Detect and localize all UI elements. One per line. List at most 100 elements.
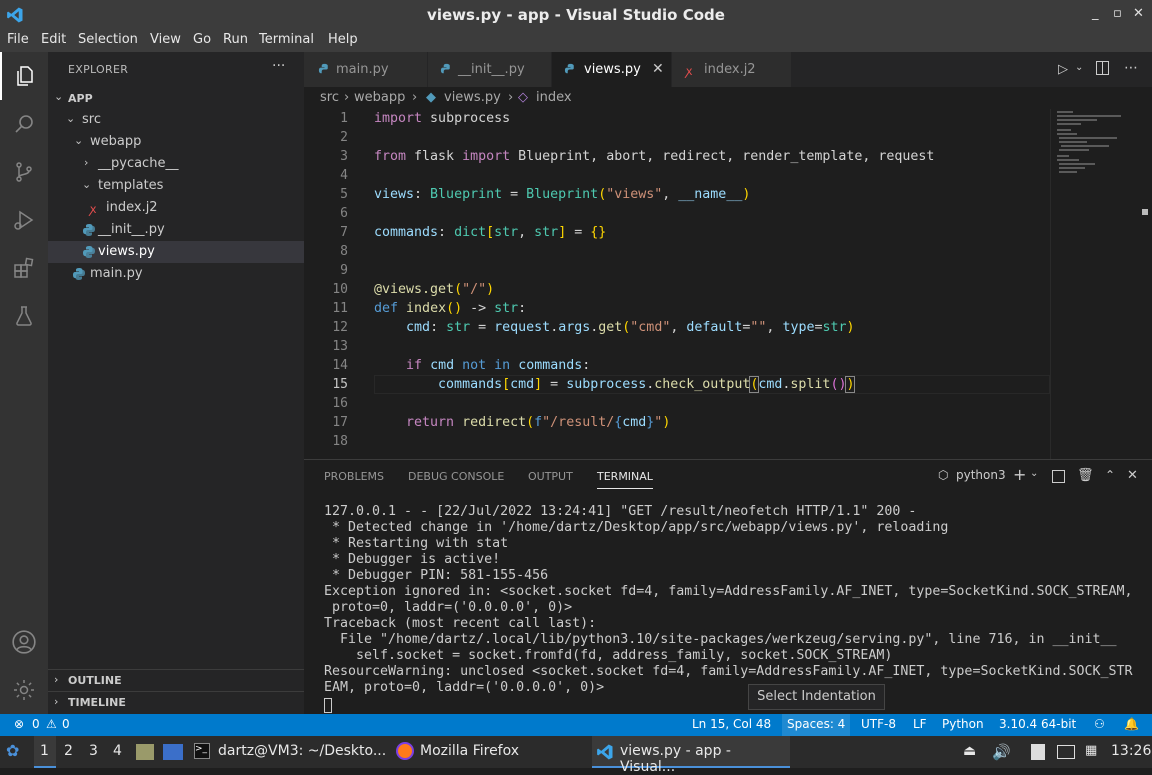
timeline-section[interactable]: › TIMELINE xyxy=(48,691,304,713)
more-actions-button[interactable]: ··· xyxy=(272,58,285,74)
chevron-down-icon[interactable]: ⌄ xyxy=(1075,62,1083,73)
folder-app[interactable]: ⌄ APP xyxy=(48,87,304,109)
encoding-button[interactable]: UTF-8 xyxy=(861,717,896,731)
menu-go[interactable]: Go xyxy=(193,32,211,47)
chevron-down-icon: ⌄ xyxy=(66,112,76,125)
tab-problems[interactable]: PROBLEMS xyxy=(324,470,384,483)
breadcrumb-index[interactable]: index xyxy=(536,90,572,105)
workspace-4[interactable]: 4 xyxy=(113,743,122,759)
folder-src[interactable]: ⌄ src xyxy=(48,109,304,131)
cursor-position[interactable]: Ln 15, Col 48 xyxy=(692,717,771,731)
language-mode-button[interactable]: Python xyxy=(942,717,984,731)
search-icon[interactable] xyxy=(0,100,48,148)
eol-button[interactable]: LF xyxy=(913,717,927,731)
tab-debug-console[interactable]: DEBUG CONSOLE xyxy=(408,470,504,483)
breadcrumb-views-py[interactable]: views.py xyxy=(444,90,501,105)
restore-button[interactable]: ▫ xyxy=(1113,6,1122,21)
taskbar-vscode[interactable]: views.py - app - Visual... xyxy=(592,736,790,775)
indentation-button[interactable]: Spaces: 4 xyxy=(782,714,851,736)
upload-icon[interactable]: ⏏ xyxy=(963,743,976,759)
more-actions-icon[interactable]: ⋯ xyxy=(1124,60,1138,76)
volume-icon[interactable]: 🔊 xyxy=(992,743,1011,761)
os-taskbar: ✿ 1 2 3 4 >_ dartz@VM3: ~/Deskto... Mozi… xyxy=(0,736,1152,775)
editor-scrollbar[interactable] xyxy=(1138,109,1152,459)
split-editor-icon[interactable] xyxy=(1096,61,1109,75)
folder-webapp[interactable]: ⌄ webapp xyxy=(48,131,304,153)
terminal-line: * Debugger is active! xyxy=(324,552,501,567)
run-debug-icon[interactable] xyxy=(0,196,48,244)
menu-help[interactable]: Help xyxy=(328,32,358,47)
tab-label: main.py xyxy=(336,62,389,77)
line-number: 12 xyxy=(332,320,348,335)
trash-icon[interactable]: 🗑 xyxy=(1077,468,1094,483)
taskbar-terminal[interactable]: >_ dartz@VM3: ~/Deskto... xyxy=(190,736,388,768)
menu-run[interactable]: Run xyxy=(223,32,248,47)
warning-icon[interactable]: ⚠ xyxy=(46,717,57,731)
terminal-icon: >_ xyxy=(194,743,210,759)
breadcrumb-webapp[interactable]: webapp xyxy=(354,90,405,105)
outline-section[interactable]: › OUTLINE xyxy=(48,669,304,691)
display-icon[interactable] xyxy=(1057,745,1075,759)
terminal-shell-label[interactable]: python3 xyxy=(956,468,1006,482)
run-file-button[interactable]: ▷ xyxy=(1058,62,1068,77)
taskbar-firefox[interactable]: Mozilla Firefox xyxy=(392,736,588,768)
folder-templates[interactable]: ⌄ templates xyxy=(48,175,304,197)
breadcrumb: src › webapp › ◆ views.py › ◇ index xyxy=(304,87,1152,109)
error-count[interactable]: 0 xyxy=(32,717,40,731)
chevron-down-icon[interactable]: ⌄ xyxy=(1030,468,1038,479)
warning-count[interactable]: 0 xyxy=(62,717,70,731)
workspace-2[interactable]: 2 xyxy=(64,743,73,759)
notifications-bell-icon[interactable]: 🔔 xyxy=(1124,717,1139,731)
folder-pycache[interactable]: › __pycache__ xyxy=(48,153,304,175)
network-icon[interactable]: ▦ xyxy=(1085,743,1097,758)
error-icon[interactable]: ⊗ xyxy=(14,717,24,731)
show-desktop-icon[interactable] xyxy=(163,744,183,760)
workspace-3[interactable]: 3 xyxy=(89,743,98,759)
file-views-py[interactable]: views.py xyxy=(48,241,304,263)
tab-terminal[interactable]: TERMINAL xyxy=(597,470,653,489)
chevron-down-icon: ⌄ xyxy=(74,134,84,147)
menu-file[interactable]: File xyxy=(7,32,29,47)
source-control-icon[interactable] xyxy=(0,148,48,196)
code-editor[interactable]: 1 2 3 4 5 6 7 8 9 10 11 12 13 14 15 16 1… xyxy=(304,109,1152,459)
tab-label: index.j2 xyxy=(704,62,756,77)
settings-gear-icon[interactable] xyxy=(0,666,48,714)
minimap[interactable] xyxy=(1050,109,1138,459)
editor-tabs: main.py __init__.py views.py ✕ ꭗ index.j… xyxy=(304,52,1152,87)
file-init-py[interactable]: __init__.py xyxy=(48,219,304,241)
feedback-icon[interactable]: ⚇ xyxy=(1094,717,1105,731)
menu-selection[interactable]: Selection xyxy=(78,32,138,47)
line-number: 8 xyxy=(340,244,348,259)
minimize-button[interactable]: _ xyxy=(1092,6,1099,21)
menu-edit[interactable]: Edit xyxy=(41,32,66,47)
tab-main-py[interactable]: main.py xyxy=(304,52,428,87)
clipboard-icon[interactable] xyxy=(1031,744,1045,760)
file-manager-icon[interactable] xyxy=(136,744,154,760)
close-panel-icon[interactable]: ✕ xyxy=(1127,468,1138,483)
terminal-line: * Detected change in '/home/dartz/Deskto… xyxy=(324,520,949,535)
close-icon[interactable]: ✕ xyxy=(652,61,664,77)
python-file-icon xyxy=(318,63,328,74)
file-main-py[interactable]: main.py xyxy=(48,263,304,285)
tab-output[interactable]: OUTPUT xyxy=(528,470,573,483)
breadcrumb-src[interactable]: src xyxy=(320,90,339,105)
extensions-icon[interactable] xyxy=(0,244,48,292)
menu-terminal[interactable]: Terminal xyxy=(259,32,314,47)
split-terminal-icon[interactable] xyxy=(1052,470,1065,483)
code-line: cmd: str = request.args.get("cmd", defau… xyxy=(406,320,855,335)
start-menu-icon[interactable]: ✿ xyxy=(6,741,19,760)
testing-icon[interactable] xyxy=(0,292,48,340)
maximize-panel-icon[interactable]: ⌃ xyxy=(1105,468,1115,482)
tab-index-j2[interactable]: ꭗ index.j2 xyxy=(672,52,792,87)
tab-init-py[interactable]: __init__.py xyxy=(428,52,552,87)
explorer-icon[interactable] xyxy=(0,52,48,100)
workspace-1[interactable]: 1 xyxy=(34,736,56,768)
accounts-icon[interactable] xyxy=(0,618,48,666)
new-terminal-icon[interactable]: + xyxy=(1013,465,1026,484)
python-interpreter-button[interactable]: 3.10.4 64-bit xyxy=(999,717,1076,731)
file-index-j2[interactable]: ꭗ index.j2 xyxy=(48,197,304,219)
menu-view[interactable]: View xyxy=(150,32,181,47)
tab-views-py[interactable]: views.py ✕ xyxy=(552,52,672,87)
close-window-button[interactable]: ✕ xyxy=(1133,6,1144,21)
python-file-icon xyxy=(83,246,95,258)
